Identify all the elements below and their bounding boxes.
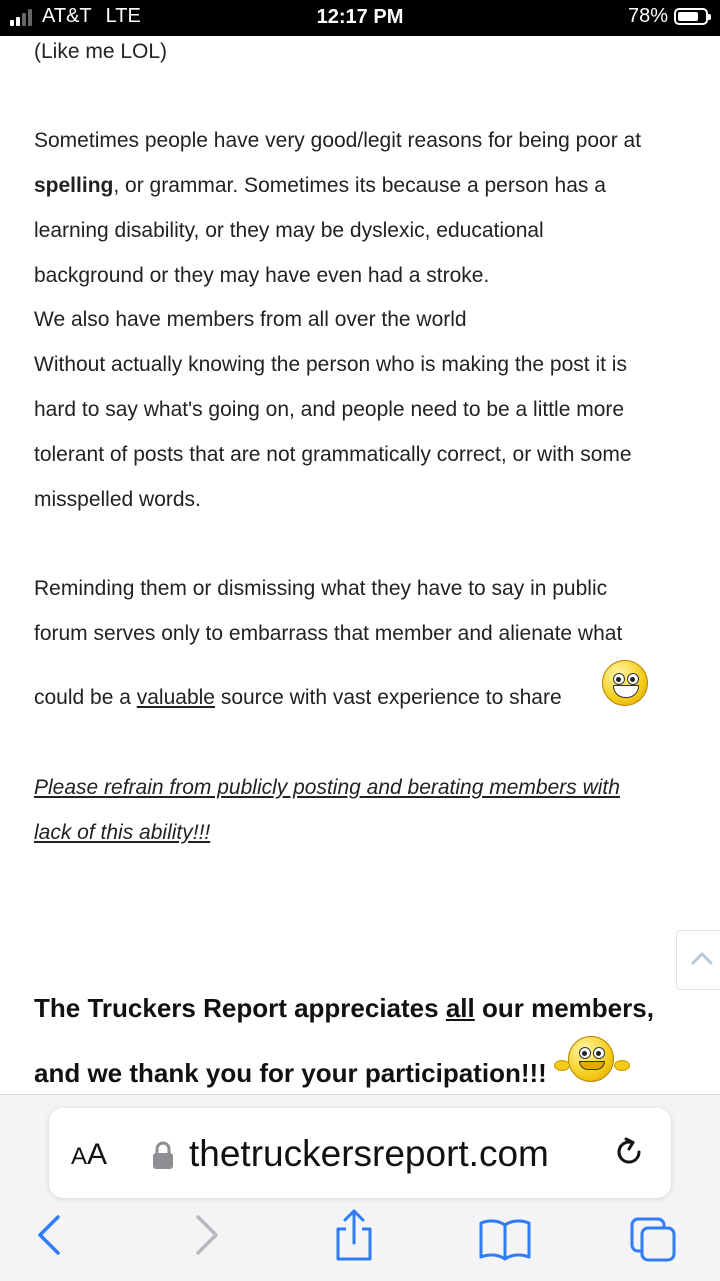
closing-line: and we thank you for your participation!… [34, 1058, 547, 1088]
book-icon[interactable] [478, 1217, 532, 1261]
reload-icon[interactable] [612, 1135, 646, 1169]
status-bar: AT&T LTE 12:17 PM 78% [0, 0, 720, 36]
underlined-word: all [445, 993, 475, 1023]
smiley-hand-icon [614, 1060, 630, 1071]
text-size-big-a: A [87, 1138, 108, 1171]
address-bar[interactable]: AA thetruckersreport.com [49, 1108, 671, 1198]
back-arrow-icon[interactable] [34, 1213, 66, 1257]
text-size-small-a: A [71, 1143, 88, 1170]
url-text[interactable]: thetruckersreport.com [189, 1133, 549, 1175]
post-text-line: spelling, or grammar. Sometimes its beca… [34, 174, 606, 198]
bold-word: spelling [34, 174, 114, 197]
chevron-up-icon [691, 952, 713, 965]
post-text-line: could be a valuable source with vast exp… [34, 686, 562, 710]
text-run: could be a [34, 686, 137, 709]
clock: 12:17 PM [316, 6, 404, 28]
post-text-line: Sometimes people have very good/legit re… [34, 129, 642, 152]
post-text-line: hard to say what's going on, and people … [34, 398, 625, 421]
closing-line: The Truckers Report appreciates all our … [34, 993, 654, 1024]
post-text-line: misspelled words. [34, 488, 201, 511]
post-text-line: forum serves only to embarrass that memb… [34, 622, 623, 645]
post-text-line: background or they may have even had a s… [34, 264, 490, 287]
text-run: , or grammar. Sometimes its because a pe… [113, 174, 606, 197]
underlined-word: valuable [136, 686, 215, 709]
text-run: The Truckers Report appreciates [34, 993, 446, 1023]
battery-level [678, 12, 698, 21]
post-text-line: tolerant of posts that are not grammatic… [34, 443, 632, 466]
battery-info: 78% [627, 5, 711, 28]
grinning-smiley-icon [602, 660, 648, 706]
share-icon[interactable] [330, 1207, 378, 1263]
post-text-line: lack of this ability!!! [34, 821, 211, 844]
battery-percent: 78% [627, 5, 668, 27]
post-text-line: We also have members from all over the w… [34, 308, 467, 331]
text-run: our members, [474, 993, 654, 1023]
post-text-line: learning disability, or they may be dysl… [34, 219, 544, 242]
post-text-line: Reminding them or dismissing what they h… [34, 577, 608, 600]
forward-arrow-icon[interactable] [190, 1213, 222, 1257]
browser-bottom-bar: AA thetruckersreport.com [0, 1094, 720, 1281]
battery-icon [674, 8, 711, 25]
scroll-to-top-button[interactable] [676, 930, 720, 990]
post-text-line: (Like me LOL) [34, 40, 168, 63]
waving-smiley-icon [568, 1036, 614, 1082]
tabs-icon[interactable] [628, 1215, 680, 1263]
smiley-hand-icon [554, 1060, 570, 1071]
text-size-button[interactable]: AA [71, 1138, 107, 1172]
lock-icon [153, 1141, 173, 1169]
post-text-line: Without actually knowing the person who … [34, 353, 627, 376]
text-run: source with vast experience to share [214, 686, 562, 709]
post-text-line: Please refrain from publicly posting and… [34, 776, 620, 799]
